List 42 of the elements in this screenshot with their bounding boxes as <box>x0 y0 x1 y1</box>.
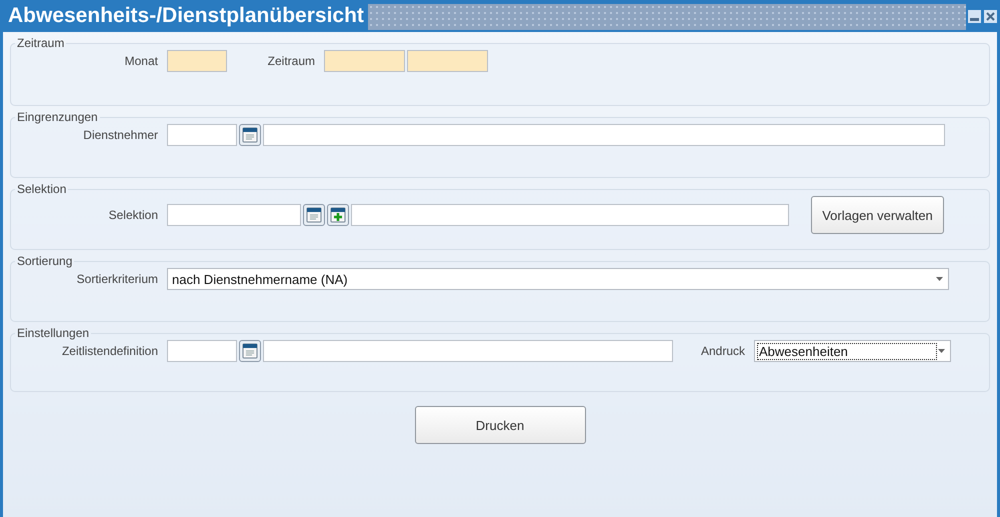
calendar-icon <box>242 127 258 143</box>
date-from-field[interactable] <box>324 50 405 72</box>
dropdown-caret-icon[interactable] <box>936 277 943 281</box>
group-title: Selektion <box>16 182 68 196</box>
field-label: Sortierkriterium <box>76 272 158 286</box>
dropdown[interactable]: nach Dienstnehmername (NA) <box>167 268 949 290</box>
input-field[interactable] <box>263 340 673 362</box>
field-label: Selektion <box>108 208 158 222</box>
field-label: Zeitlistendefinition <box>60 344 158 358</box>
calendar-add-icon <box>330 207 346 223</box>
print-button[interactable]: Drucken <box>414 406 586 444</box>
calendar-icon <box>242 343 258 359</box>
minimize-icon <box>970 18 979 20</box>
dropdown-caret-icon[interactable] <box>938 349 945 353</box>
input-field[interactable] <box>351 204 789 226</box>
close-icon <box>986 12 995 20</box>
add-icon-button[interactable] <box>327 204 349 226</box>
group-title: Eingrenzungen <box>16 110 99 124</box>
dropdown-value: nach Dienstnehmername (NA) <box>171 272 349 286</box>
lookup-button[interactable] <box>239 124 261 146</box>
month-field[interactable] <box>167 50 227 72</box>
input-field[interactable] <box>263 124 945 146</box>
date-to-field[interactable] <box>407 50 488 72</box>
calendar-icon <box>306 207 322 223</box>
dropdown[interactable]: Abwesenheiten <box>754 340 951 362</box>
input-field[interactable] <box>167 124 237 146</box>
minimize-button[interactable] <box>968 10 981 22</box>
input-field[interactable] <box>167 340 237 362</box>
input-field[interactable] <box>167 204 301 226</box>
lookup-button[interactable] <box>239 340 261 362</box>
group-title: Einstellungen <box>16 326 90 340</box>
close-button[interactable] <box>984 10 997 22</box>
lookup-button[interactable] <box>303 204 325 226</box>
dropdown-value: Abwesenheiten <box>758 344 936 358</box>
group-title: Sortierung <box>16 254 74 268</box>
field-label: Dienstnehmer <box>82 128 158 142</box>
field-label: Monat <box>124 54 158 68</box>
window-title: Abwesenheits-/Dienstplanübersicht <box>8 4 364 28</box>
field-label: Zeitraum <box>266 54 315 68</box>
manage-templates-button[interactable]: Vorlagen verwalten <box>811 196 944 234</box>
group-title: Zeitraum <box>16 36 66 50</box>
field-label: Andruck <box>700 344 745 358</box>
